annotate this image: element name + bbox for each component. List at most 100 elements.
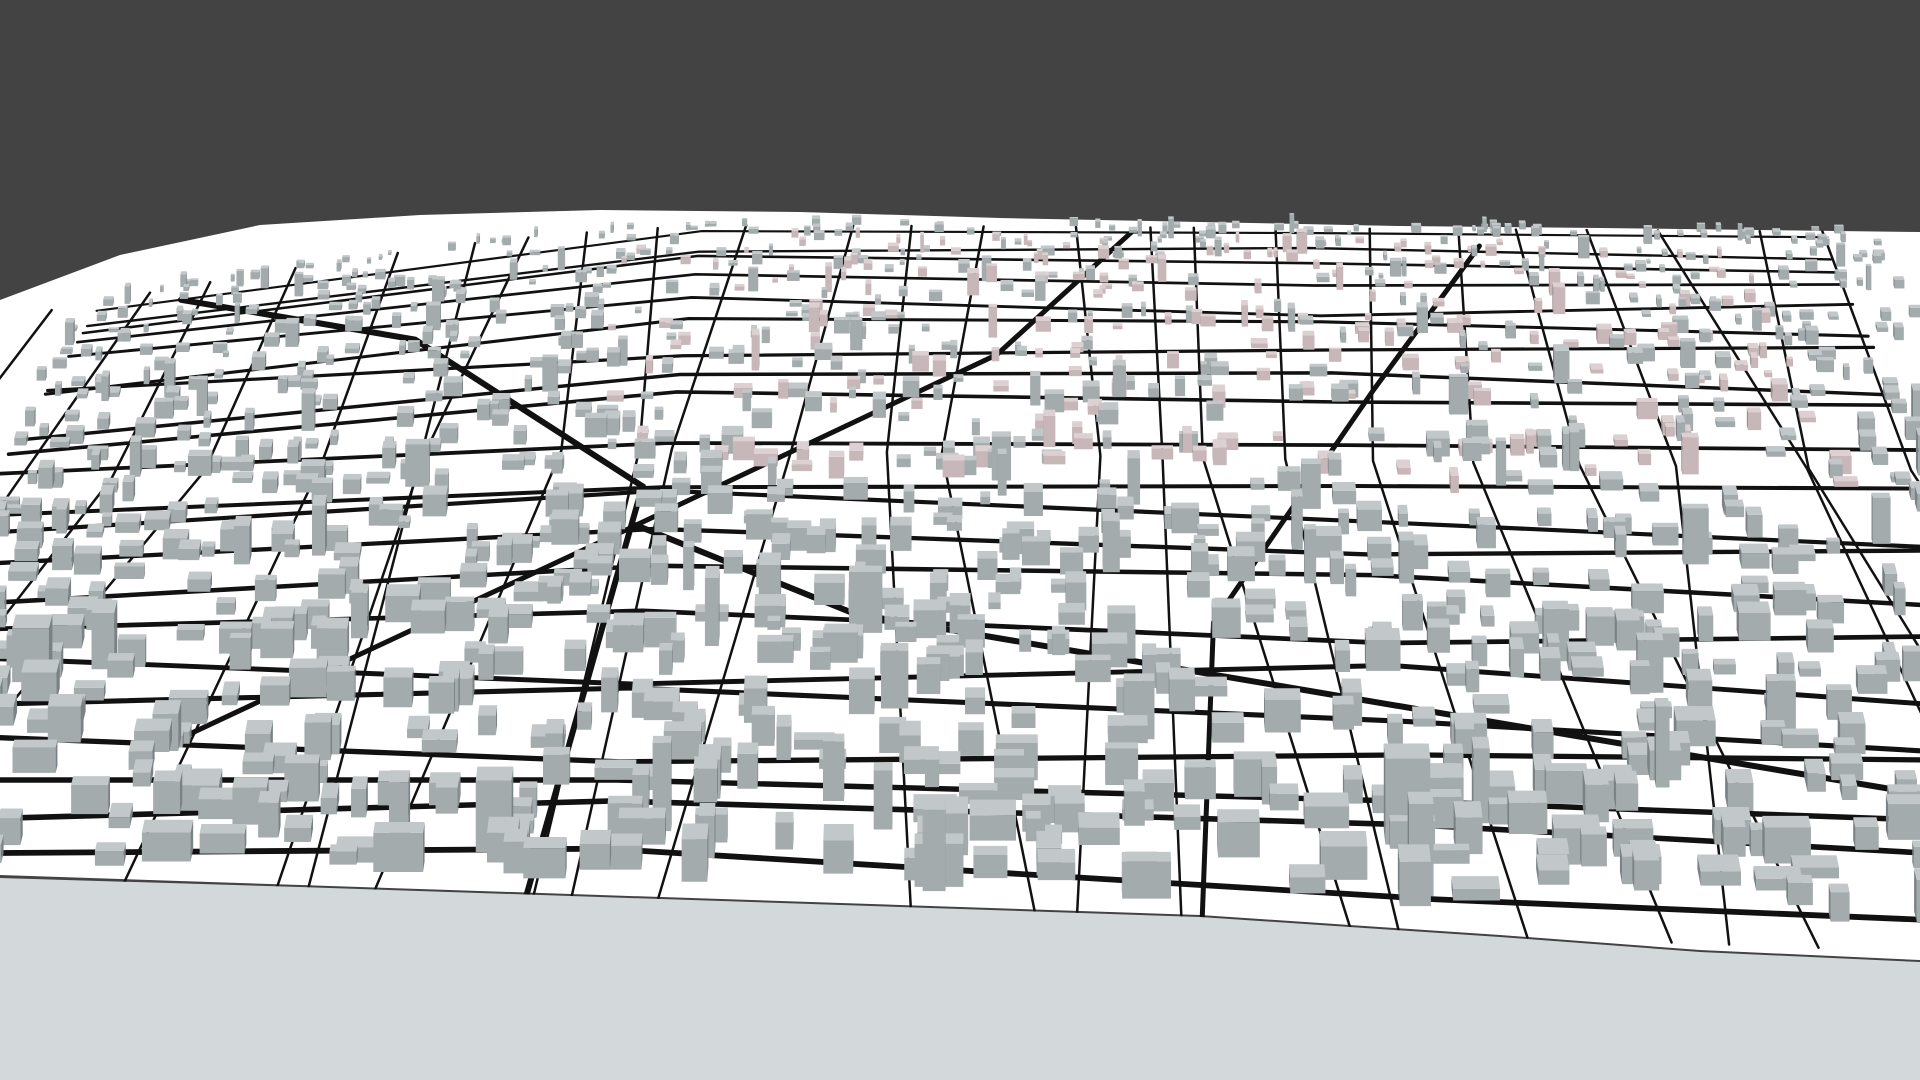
building — [1021, 289, 1034, 298]
city-model-scene[interactable] — [0, 0, 1920, 1080]
building — [1539, 252, 1545, 272]
building — [661, 357, 674, 373]
building — [264, 332, 280, 347]
building — [1072, 271, 1085, 281]
building — [1646, 258, 1651, 264]
building — [1070, 232, 1078, 238]
building — [916, 254, 922, 260]
building — [143, 323, 149, 333]
building — [1885, 794, 1920, 840]
building — [407, 276, 415, 290]
building — [260, 265, 270, 289]
building — [1462, 438, 1482, 462]
building — [97, 411, 111, 430]
building — [1250, 477, 1265, 490]
building — [1432, 297, 1445, 307]
building — [382, 440, 397, 469]
building — [789, 300, 802, 307]
building — [1168, 216, 1174, 239]
building — [1433, 440, 1442, 463]
building — [621, 256, 627, 264]
building — [1538, 446, 1558, 468]
building — [1472, 693, 1510, 714]
building — [1243, 249, 1252, 260]
building — [233, 292, 242, 304]
building — [708, 346, 724, 359]
building — [45, 577, 72, 606]
building — [258, 438, 274, 460]
building — [1205, 225, 1216, 239]
building — [748, 226, 759, 234]
building — [895, 621, 917, 642]
building — [728, 349, 745, 364]
building — [71, 776, 111, 815]
building — [1289, 864, 1326, 894]
building — [311, 494, 328, 556]
building — [1758, 342, 1768, 359]
building — [317, 280, 329, 290]
building — [683, 541, 695, 591]
building — [204, 497, 219, 514]
building — [12, 739, 58, 773]
building — [329, 429, 339, 446]
building — [1327, 452, 1342, 476]
building — [1397, 844, 1431, 907]
building — [1465, 660, 1480, 693]
building — [757, 634, 794, 663]
building — [1871, 492, 1891, 544]
building — [1424, 241, 1432, 255]
building — [1577, 271, 1585, 287]
building — [586, 347, 599, 362]
building — [1473, 387, 1492, 406]
building — [923, 446, 937, 456]
building — [1093, 289, 1103, 298]
building — [1235, 231, 1240, 243]
building — [492, 409, 509, 426]
building — [1282, 233, 1292, 253]
building — [1684, 372, 1700, 389]
building — [778, 379, 789, 399]
building — [1460, 363, 1469, 374]
building — [1853, 253, 1863, 262]
building — [1791, 235, 1798, 244]
building — [1514, 267, 1524, 275]
building — [814, 573, 845, 605]
building — [251, 351, 267, 371]
building — [554, 315, 566, 331]
3d-city-viewport[interactable] — [0, 0, 1920, 1080]
building — [1157, 254, 1167, 282]
building — [744, 246, 749, 254]
building — [183, 283, 190, 292]
building — [1102, 430, 1112, 449]
building — [1355, 236, 1364, 244]
building — [1764, 370, 1773, 378]
building — [1268, 554, 1286, 576]
building — [303, 314, 317, 327]
building — [1538, 646, 1561, 681]
building — [114, 562, 145, 579]
building — [502, 454, 525, 470]
building — [362, 271, 368, 278]
building — [654, 406, 664, 420]
building — [1525, 428, 1534, 454]
building — [1459, 329, 1467, 349]
building — [768, 243, 774, 256]
building — [1477, 226, 1485, 235]
building — [329, 844, 358, 865]
building — [560, 330, 572, 349]
building — [1002, 528, 1020, 560]
building — [669, 233, 679, 245]
building — [1680, 338, 1696, 369]
building — [1037, 848, 1076, 881]
building — [1017, 345, 1028, 357]
building — [1809, 384, 1826, 397]
building — [1609, 334, 1625, 348]
building — [1434, 262, 1447, 274]
building — [547, 578, 562, 604]
building — [96, 310, 107, 322]
building — [277, 375, 289, 394]
building — [129, 435, 142, 477]
building — [1250, 338, 1268, 349]
building — [21, 497, 43, 524]
building — [922, 799, 946, 892]
